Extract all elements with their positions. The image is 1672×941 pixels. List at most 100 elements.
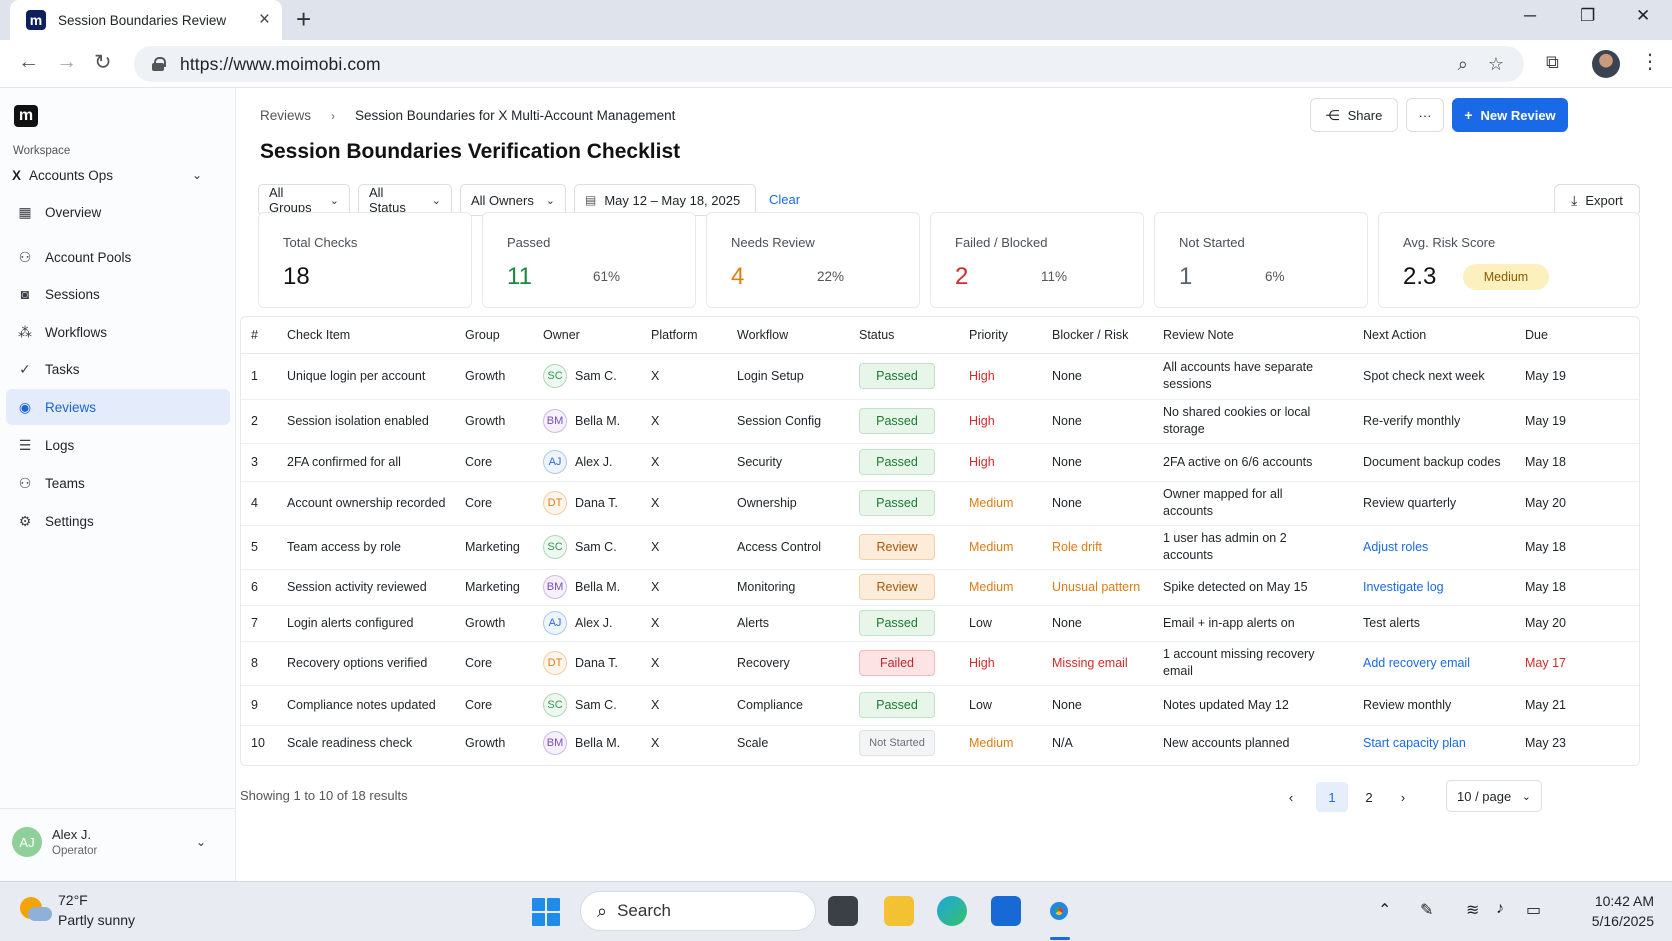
column-header[interactable]: Due	[1515, 317, 1639, 354]
edge-browser-icon[interactable]	[937, 896, 967, 926]
sidebar-item-tasks[interactable]: ✓ Tasks	[6, 351, 230, 387]
table-row[interactable]: 1 Unique login per account Growth SC Sam C. X…	[241, 353, 1639, 400]
card-value: 1	[1179, 263, 1193, 290]
task-view-icon[interactable]	[828, 896, 858, 926]
address-bar: ← → ↻ https://www.moimobi.com ⌕ ☆ ⧉ ⋮	[0, 40, 1672, 88]
sidebar-item-sessions[interactable]: ◙ Sessions	[6, 276, 230, 312]
table-row[interactable]: 7 Login alerts configured Growth AJ Alex J. X…	[241, 605, 1639, 642]
clock-time[interactable]: 10:42 AM	[1570, 893, 1654, 909]
share-button[interactable]: ⋲ Share	[1310, 98, 1398, 132]
sidebar-item-teams[interactable]: ⚇ Teams	[6, 465, 230, 501]
column-header[interactable]: Blocker / Risk	[1042, 317, 1153, 354]
weather-temperature[interactable]: 72°F	[58, 892, 88, 908]
volume-icon[interactable]: ♪	[1496, 900, 1504, 918]
windows-start-icon[interactable]	[532, 898, 560, 926]
x-logo-icon: X	[12, 167, 22, 183]
clock-date[interactable]: 5/16/2025	[1570, 913, 1654, 929]
table-row[interactable]: 10 Scale readiness check Growth BM Bella M. X…	[241, 725, 1639, 761]
clear-filters-link[interactable]: Clear	[769, 192, 800, 207]
pen-icon[interactable]: ✎	[1420, 900, 1433, 920]
page-button-2[interactable]: 2	[1358, 782, 1380, 812]
blocker-cell: None	[1042, 685, 1153, 726]
summary-card-risk-score: Avg. Risk Score 2.3 Medium	[1378, 212, 1640, 308]
next-page-icon[interactable]: ›	[1392, 782, 1414, 812]
column-header[interactable]: Priority	[959, 317, 1042, 354]
next-action[interactable]: Add recovery email	[1353, 641, 1515, 686]
page-button-1[interactable]: 1	[1316, 782, 1348, 812]
file-explorer-icon[interactable]	[884, 896, 914, 926]
row-number: 6	[241, 569, 277, 606]
summary-card-passed: Passed 11 61%	[482, 212, 696, 308]
sidebar-item-logs[interactable]: ☰ Logs	[6, 427, 230, 463]
next-action[interactable]: Adjust roles	[1353, 525, 1515, 570]
table-row[interactable]: 8 Recovery options verified Core DT Dana T. X…	[241, 641, 1639, 686]
column-header[interactable]: Owner	[533, 317, 641, 354]
per-page-select[interactable]: 10 / page ⌄	[1446, 780, 1542, 812]
sidebar-item-workflows[interactable]: ⁂ Workflows	[6, 314, 230, 350]
extensions-icon[interactable]: ⧉	[1546, 52, 1559, 73]
table-row[interactable]: 4 Account ownership recorded Core DT Dana T.…	[241, 481, 1639, 526]
browser-menu-icon[interactable]: ⋮	[1640, 49, 1660, 74]
row-number: 8	[241, 641, 277, 686]
weather-icon[interactable]	[18, 895, 52, 925]
breadcrumb-reviews[interactable]: Reviews	[260, 108, 311, 123]
weather-condition[interactable]: Partly sunny	[58, 912, 135, 928]
blocker-cell: None	[1042, 399, 1153, 444]
restore-icon[interactable]: ❐	[1580, 6, 1595, 26]
column-header[interactable]: Check Item	[277, 317, 455, 354]
avatar: BM	[543, 575, 567, 599]
url-input[interactable]: https://www.moimobi.com ⌕ ☆	[134, 46, 1524, 82]
column-header[interactable]: Status	[849, 317, 959, 354]
prev-page-icon[interactable]: ‹	[1280, 782, 1302, 812]
workspace-select[interactable]: X Accounts Ops ⌄	[12, 164, 202, 186]
close-tab-icon[interactable]: ×	[259, 9, 270, 31]
sidebar-item-reviews[interactable]: ◉ Reviews	[6, 389, 230, 425]
store-icon[interactable]	[991, 896, 1021, 926]
minimize-icon[interactable]: ─	[1524, 6, 1536, 26]
wifi-icon[interactable]: ≋	[1466, 900, 1479, 920]
chrome-browser-icon[interactable]	[1044, 896, 1074, 926]
group-cell: Growth	[465, 735, 506, 750]
platform-cell: X	[641, 399, 727, 444]
back-icon[interactable]: ←	[18, 50, 39, 74]
user-menu[interactable]: AJ Alex J. Operator ⌄	[0, 808, 236, 881]
workflow-cell: Access Control	[727, 525, 849, 570]
table-row[interactable]: 2 Session isolation enabled Growth BM Bella …	[241, 399, 1639, 444]
column-header[interactable]: Platform	[641, 317, 727, 354]
more-options-button[interactable]: ···	[1406, 98, 1444, 132]
reload-icon[interactable]: ↻	[94, 50, 112, 75]
column-header[interactable]: Workflow	[727, 317, 849, 354]
bookmark-star-icon[interactable]: ☆	[1488, 54, 1504, 75]
new-tab-icon[interactable]: +	[296, 4, 311, 35]
column-header[interactable]: Next Action	[1353, 317, 1515, 354]
battery-icon[interactable]: ▭	[1526, 900, 1541, 920]
column-header[interactable]: Group	[455, 317, 533, 354]
app-logo[interactable]: m	[14, 105, 38, 127]
table-row[interactable]: 3 2FA confirmed for all Core AJ Alex J. X Secu…	[241, 443, 1639, 482]
sidebar-item-overview[interactable]: ▦ Overview	[6, 194, 230, 230]
table-row[interactable]: 5 Team access by role Marketing SC Sam C. X Ac…	[241, 525, 1639, 570]
chevron-up-icon[interactable]: ⌃	[1378, 900, 1391, 920]
avatar: BM	[543, 731, 567, 756]
table-row[interactable]: 6 Session activity reviewed Marketing BM Bel…	[241, 569, 1639, 606]
next-action[interactable]: Investigate log	[1353, 569, 1515, 606]
column-header[interactable]: #	[241, 317, 277, 354]
profile-avatar[interactable]	[1592, 50, 1620, 78]
chevron-down-icon[interactable]: ⌄	[196, 835, 206, 849]
table-row[interactable]: 9 Compliance notes updated Core SC Sam C. X Co…	[241, 685, 1639, 726]
new-review-button[interactable]: + New Review	[1452, 98, 1568, 132]
platform-cell: X	[641, 605, 727, 642]
sidebar-item-settings[interactable]: ⚙ Settings	[6, 503, 230, 539]
group-cell: Growth	[455, 353, 533, 400]
next-action[interactable]: Start capacity plan	[1353, 725, 1515, 761]
avatar: SC	[543, 693, 567, 717]
sidebar-item-account-pools[interactable]: ⚇ Account Pools	[6, 239, 230, 275]
zoom-icon[interactable]: ⌕	[1458, 54, 1468, 75]
browser-tab[interactable]: m Session Boundaries Review ×	[10, 0, 282, 40]
taskbar: 72°F Partly sunny ⌕ Search ⌃ ✎ ≋ ♪ ▭ 10:…	[0, 881, 1672, 941]
column-header[interactable]: Review Note	[1153, 317, 1353, 354]
forward-icon[interactable]: →	[56, 50, 77, 74]
owner-cell: AJ Alex J.	[533, 605, 641, 642]
taskbar-search[interactable]: ⌕ Search	[580, 891, 816, 931]
close-window-icon[interactable]: ✕	[1636, 6, 1650, 26]
